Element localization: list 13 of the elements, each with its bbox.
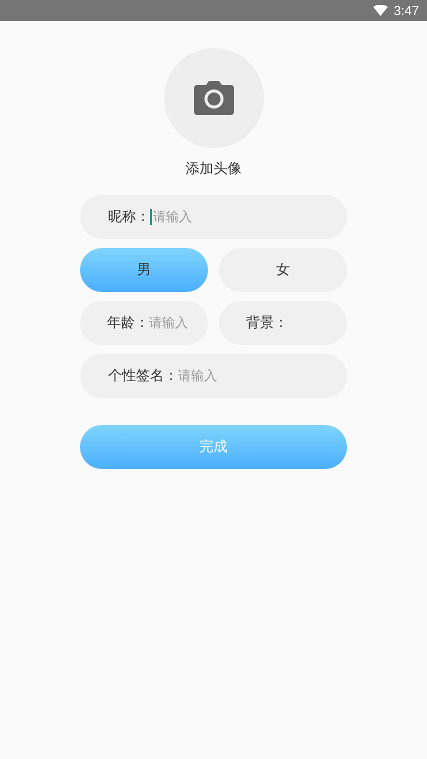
wifi-icon (372, 5, 388, 16)
background-selector[interactable]: 背景： (219, 301, 347, 345)
camera-icon (194, 81, 234, 115)
gender-option[interactable]: 女 (219, 248, 347, 292)
signature-label: 个性签名： (108, 367, 178, 385)
nickname-label: 昵称： (108, 208, 150, 226)
add-avatar-label: 添加头像 (186, 160, 242, 179)
signature-input[interactable]: 请输入 (178, 368, 258, 384)
age-input[interactable]: 请输入 (149, 316, 208, 330)
clock-time: 3:47 (394, 3, 419, 18)
age-label: 年龄： (107, 314, 149, 332)
nickname-input[interactable]: 请输入 (153, 210, 233, 224)
gender-option[interactable]: 男 (80, 248, 208, 292)
